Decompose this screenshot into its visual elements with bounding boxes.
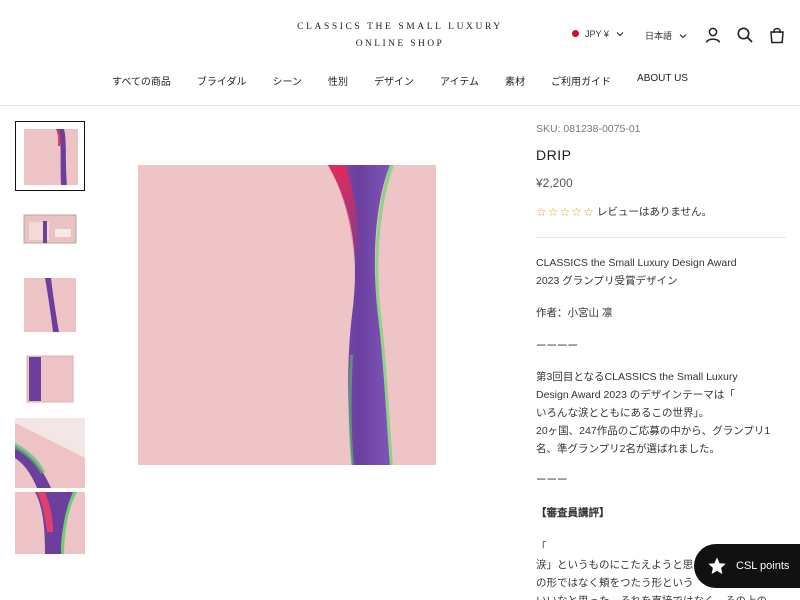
cart-icon[interactable]	[768, 26, 786, 44]
csl-points-label: CSL points	[736, 560, 790, 572]
product-author: 作者：小宮山 凛	[536, 307, 613, 319]
star-outline-icon: ☆	[571, 204, 583, 219]
rating-stars: ☆ ☆ ☆ ☆ ☆	[536, 205, 594, 219]
currency-selector[interactable]: JPY ¥	[572, 29, 625, 39]
review-count-text: レビューはありません。	[596, 206, 713, 218]
product-thumbnail-6[interactable]	[15, 492, 85, 554]
paragraph-line: 20ヶ国、247作品のご応募の中から、グランプリ1	[536, 425, 771, 437]
site-header: CLASSICS THE SMALL LUXURY ONLINE SHOP JP…	[0, 0, 800, 106]
site-logo[interactable]: CLASSICS THE SMALL LUXURY ONLINE SHOP	[270, 22, 530, 49]
thumbnail-image	[15, 492, 85, 554]
description-paragraph: 第3回目となるCLASSICS the Small Luxury Design …	[536, 368, 786, 458]
language-label: 日本語	[645, 31, 673, 41]
thumbnail-image	[15, 344, 85, 414]
nav-item-item[interactable]: アイテム	[427, 73, 492, 88]
product-rating[interactable]: ☆ ☆ ☆ ☆ ☆ レビューはありません。	[536, 204, 712, 219]
product-thumbnail-5[interactable]	[15, 418, 85, 488]
award-line-1: CLASSICS the Small Luxury Design Award	[536, 257, 737, 269]
nav-item-design[interactable]: デザイン	[361, 73, 427, 88]
thumbnail-image	[15, 270, 85, 340]
nav-item-guide[interactable]: ご利用ガイド	[538, 73, 624, 88]
language-selector[interactable]: 日本語	[645, 29, 688, 42]
nav-item-gender[interactable]: 性別	[315, 73, 361, 88]
star-outline-icon: ☆	[536, 204, 547, 219]
separator-dashes: ーーーー	[536, 340, 578, 352]
nav-item-material[interactable]: 素材	[492, 73, 538, 88]
thumbnail-image	[15, 418, 85, 488]
product-main-image[interactable]	[138, 165, 436, 465]
star-icon	[708, 557, 726, 574]
star-outline-icon: ☆	[559, 204, 571, 219]
csl-points-button[interactable]: CSL points	[694, 544, 800, 588]
thumbnail-image	[16, 122, 84, 190]
thumbnail-image	[15, 196, 85, 266]
search-icon[interactable]	[736, 26, 754, 44]
paragraph-line: 名、準グランプリ2名が選ばれました。	[536, 443, 721, 455]
chevron-down-icon	[679, 33, 687, 38]
product-thumbnail-3[interactable]	[15, 270, 85, 340]
star-outline-icon: ☆	[583, 204, 594, 219]
review-heading: 【審査員講評】	[536, 507, 610, 519]
paragraph-line: 第3回目となるCLASSICS the Small Luxury	[536, 371, 738, 383]
award-description: CLASSICS the Small Luxury Design Award 2…	[536, 254, 786, 290]
logo-line-2: ONLINE SHOP	[355, 39, 445, 49]
nav-item-scene[interactable]: シーン	[260, 73, 316, 88]
nav-item-all-products[interactable]: すべての商品	[99, 73, 184, 88]
chevron-down-icon	[616, 32, 624, 37]
nav-item-bridal[interactable]: ブライダル	[184, 73, 260, 88]
currency-label: JPY ¥	[585, 29, 609, 39]
scarf-image	[138, 165, 436, 465]
separator-dashes: ーーー	[536, 474, 568, 486]
product-sku: SKU: 081238-0075-01	[536, 123, 641, 135]
product-thumbnail-1[interactable]	[15, 121, 85, 191]
award-line-2: 2023 グランプリ受賞デザイン	[536, 275, 678, 287]
product-thumbnail-4[interactable]	[15, 344, 85, 414]
paragraph-line: Design Award 2023 のデザインテーマは「	[536, 389, 735, 401]
quote-line: いいなと思った。それを直接ではなく、その上の	[536, 592, 786, 600]
nav-item-about[interactable]: ABOUT US	[624, 73, 701, 88]
product-title: DRIP	[536, 147, 572, 163]
main-navigation: すべての商品 ブライダル シーン 性別 デザイン アイテム 素材 ご利用ガイド …	[0, 73, 800, 88]
japan-flag-icon	[572, 30, 579, 37]
star-outline-icon: ☆	[547, 204, 559, 219]
section-divider	[536, 237, 786, 238]
paragraph-line: いろんな涙とともにあるこの世界」。	[536, 407, 710, 419]
account-icon[interactable]	[704, 26, 722, 44]
logo-line-1: CLASSICS THE SMALL LUXURY	[297, 22, 503, 32]
product-thumbnail-2[interactable]	[15, 196, 85, 266]
product-price: ¥2,200	[536, 176, 573, 190]
